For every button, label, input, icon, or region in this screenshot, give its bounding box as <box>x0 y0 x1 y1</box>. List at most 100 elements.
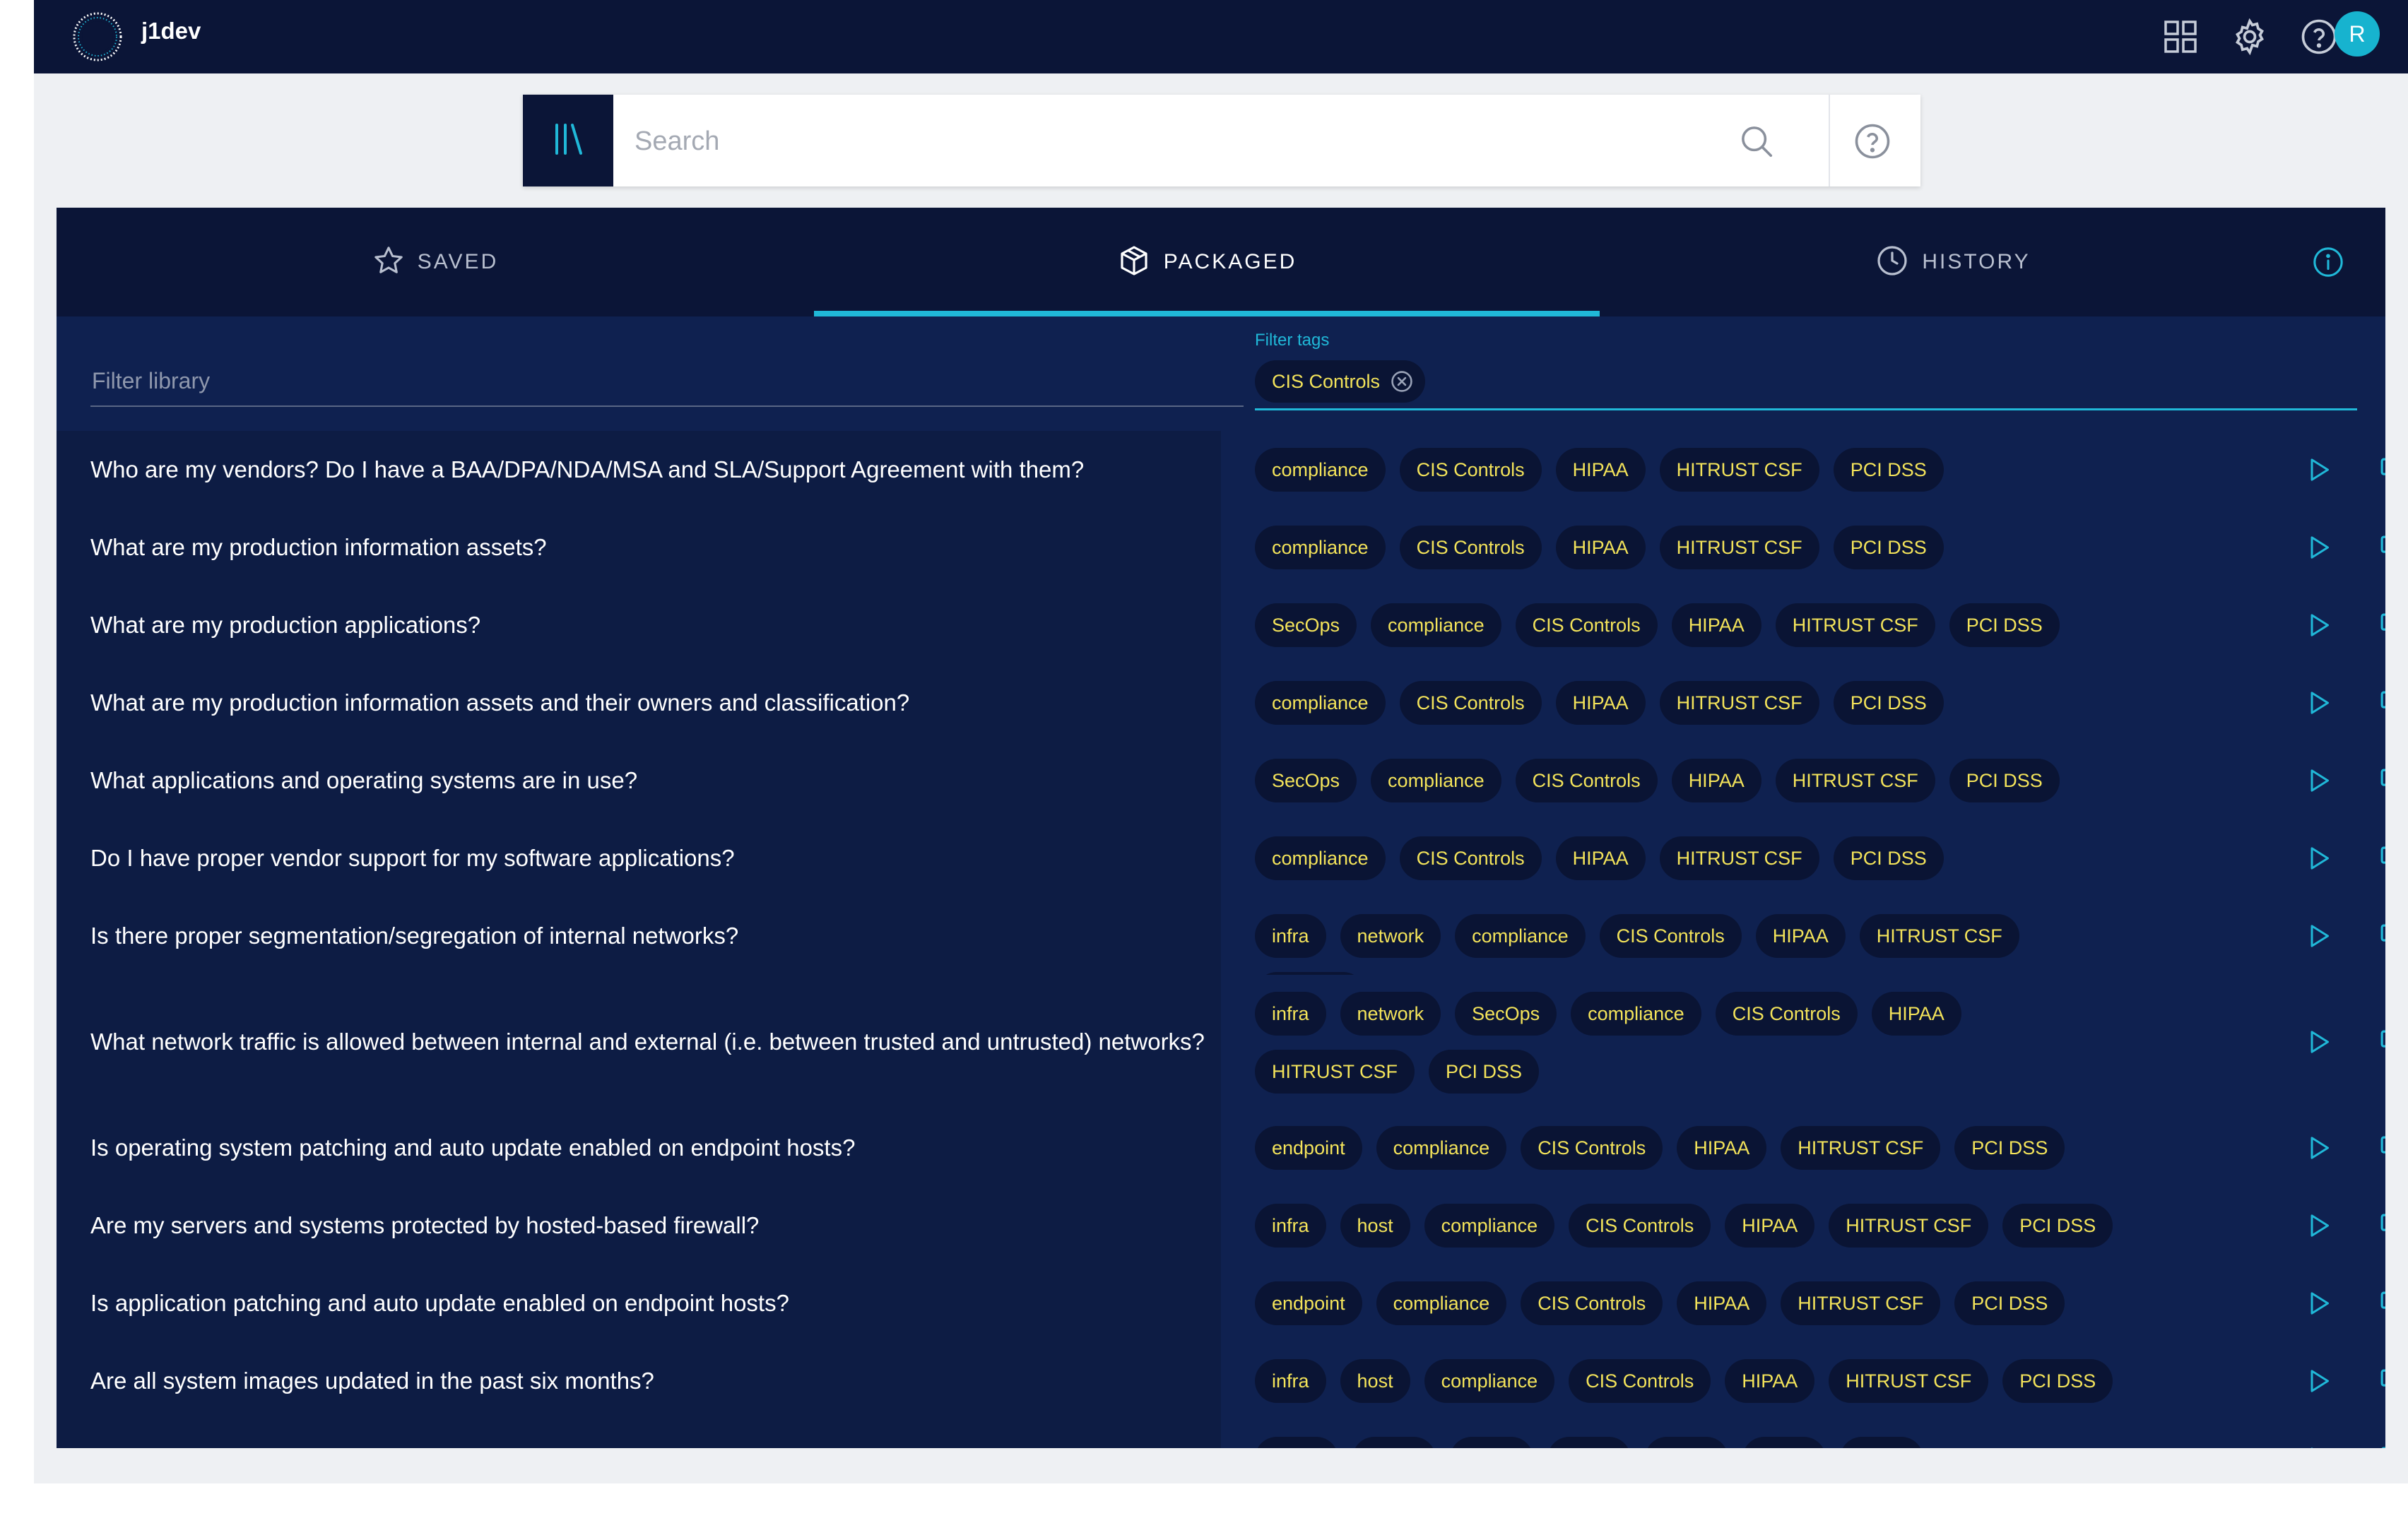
tag-chip[interactable]: CIS Controls <box>1715 992 1858 1036</box>
tag-chip[interactable]: PCI DSS <box>1429 1050 1540 1094</box>
tag-chip[interactable]: SecOps <box>1455 992 1557 1036</box>
tag-chip[interactable]: CIS Controls <box>1515 759 1658 802</box>
query-row[interactable]: What are my production information asset… <box>57 509 2385 588</box>
tag-chip[interactable]: CIS Controls <box>1521 1126 1663 1170</box>
tag-chip[interactable]: infra <box>1255 992 1326 1036</box>
play-icon[interactable] <box>2296 913 2342 959</box>
copy-icon[interactable] <box>2370 603 2385 648</box>
query-row[interactable]: Is there proper segmentation/segregation… <box>57 897 2385 1016</box>
gear-icon[interactable] <box>2223 10 2277 64</box>
tag-chip[interactable]: host <box>1340 1204 1410 1248</box>
tag-chip[interactable]: host <box>1340 1359 1410 1403</box>
tag-chip[interactable]: PCI DSS <box>1949 759 2060 802</box>
tag-chip[interactable]: HIPAA <box>1755 914 1846 958</box>
tag-chip[interactable]: endpoint <box>1255 1281 1362 1325</box>
play-icon[interactable] <box>2296 680 2342 725</box>
query-row[interactable]: Are my servers and systems protected by … <box>57 1187 2385 1266</box>
tab-history[interactable]: HISTORY <box>1600 208 2306 316</box>
copy-icon[interactable] <box>2370 1436 2385 1448</box>
user-avatar[interactable]: R <box>2335 11 2380 57</box>
play-icon[interactable] <box>2296 1358 2342 1404</box>
query-row[interactable]: Who are my vendors? Do I have a BAA/DPA/… <box>57 431 2385 510</box>
tag-chip[interactable]: PCI DSS <box>1833 526 1944 569</box>
tag-chip[interactable] <box>1547 1437 1631 1448</box>
copy-icon[interactable] <box>2370 1125 2385 1171</box>
tag-chip[interactable]: HIPAA <box>1677 1126 1767 1170</box>
j1-logo-icon[interactable] <box>68 7 127 66</box>
tag-chip[interactable]: HITRUST CSF <box>1781 1281 1941 1325</box>
tag-chip[interactable]: HIPAA <box>1555 836 1646 880</box>
tag-chip[interactable]: SecOps <box>1255 759 1357 802</box>
copy-icon[interactable] <box>2370 836 2385 881</box>
play-icon[interactable] <box>2296 1281 2342 1326</box>
tag-chip[interactable]: PCI DSS <box>1833 681 1944 725</box>
query-row[interactable]: Is operating system patching and auto up… <box>57 1109 2385 1188</box>
tab-packaged[interactable]: PACKAGED <box>814 208 1600 316</box>
tag-chip[interactable] <box>1352 1437 1436 1448</box>
filter-library-input[interactable] <box>90 359 1246 403</box>
tag-chip[interactable]: PCI DSS <box>1833 448 1944 492</box>
tag-chip[interactable]: CIS Controls <box>1569 1204 1711 1248</box>
tag-chip[interactable] <box>1255 1437 1338 1448</box>
query-row[interactable]: What are my production information asset… <box>57 664 2385 743</box>
filter-tags-field[interactable]: CIS Controls <box>1255 356 2357 410</box>
play-icon[interactable] <box>2296 1125 2342 1171</box>
copy-icon[interactable] <box>2370 680 2385 725</box>
tag-chip[interactable]: PCI DSS <box>1954 1126 2065 1170</box>
tag-chip[interactable]: compliance <box>1255 681 1386 725</box>
tag-chip[interactable]: network <box>1340 914 1441 958</box>
play-icon[interactable] <box>2296 525 2342 570</box>
tag-chip[interactable]: HITRUST CSF <box>1659 836 1819 880</box>
tag-chip[interactable] <box>1840 1437 1923 1448</box>
tag-chip[interactable]: CIS Controls <box>1515 603 1658 647</box>
grid-icon[interactable] <box>2154 10 2207 64</box>
tag-chip[interactable]: network <box>1340 992 1441 1036</box>
tag-chip[interactable]: compliance <box>1376 1281 1507 1325</box>
play-icon[interactable] <box>2296 1436 2342 1448</box>
tag-chip[interactable]: CIS Controls <box>1599 914 1742 958</box>
play-icon[interactable] <box>2296 1203 2342 1248</box>
copy-icon[interactable] <box>2370 447 2385 492</box>
query-row[interactable]: Are all system images updated in the pas… <box>57 1342 2385 1421</box>
library-button[interactable] <box>523 95 613 186</box>
tag-chip[interactable]: HITRUST CSF <box>1859 914 2019 958</box>
tag-chip[interactable]: infra <box>1255 914 1326 958</box>
copy-icon[interactable] <box>2370 525 2385 570</box>
tag-chip[interactable]: compliance <box>1255 448 1386 492</box>
tag-chip[interactable]: HIPAA <box>1555 448 1646 492</box>
play-icon[interactable] <box>2296 603 2342 648</box>
copy-icon[interactable] <box>2370 1358 2385 1404</box>
tag-chip[interactable]: HIPAA <box>1725 1204 1815 1248</box>
tag-chip[interactable]: HITRUST CSF <box>1775 603 1935 647</box>
query-row[interactable]: What network traffic is allowed between … <box>57 975 2385 1110</box>
tag-chip[interactable]: compliance <box>1376 1126 1507 1170</box>
tag-chip[interactable]: PCI DSS <box>2002 1359 2113 1403</box>
tag-chip[interactable]: HITRUST CSF <box>1659 526 1819 569</box>
tag-chip[interactable]: HIPAA <box>1671 759 1761 802</box>
remove-tag-icon[interactable] <box>1390 369 1414 393</box>
tag-chip[interactable]: PCI DSS <box>2002 1204 2113 1248</box>
play-icon[interactable] <box>2296 758 2342 803</box>
tag-chip[interactable]: HITRUST CSF <box>1659 448 1819 492</box>
search-help-icon[interactable] <box>1846 114 1899 168</box>
tag-chip[interactable]: HITRUST CSF <box>1659 681 1819 725</box>
play-icon[interactable] <box>2296 1019 2342 1065</box>
tag-chip[interactable]: compliance <box>1371 759 1501 802</box>
tag-chip[interactable]: compliance <box>1255 526 1386 569</box>
tag-chip[interactable]: HITRUST CSF <box>1781 1126 1941 1170</box>
tag-chip[interactable] <box>1645 1437 1728 1448</box>
tag-chip[interactable]: HITRUST CSF <box>1829 1204 1989 1248</box>
tag-chip[interactable]: PCI DSS <box>1833 836 1944 880</box>
tag-chip[interactable]: infra <box>1255 1204 1326 1248</box>
tag-chip[interactable]: infra <box>1255 1359 1326 1403</box>
account-name[interactable]: j1dev <box>141 17 201 45</box>
search-input[interactable] <box>633 116 1738 167</box>
tag-chip[interactable]: compliance <box>1424 1359 1555 1403</box>
tag-chip[interactable]: HIPAA <box>1555 681 1646 725</box>
tag-chip[interactable]: compliance <box>1455 914 1586 958</box>
query-row[interactable]: What applications and operating systems … <box>57 742 2385 821</box>
copy-icon[interactable] <box>2370 1203 2385 1248</box>
tag-chip[interactable]: CIS Controls <box>1399 836 1542 880</box>
tag-chip[interactable]: endpoint <box>1255 1126 1362 1170</box>
query-row[interactable]: Is application patching and auto update … <box>57 1264 2385 1344</box>
